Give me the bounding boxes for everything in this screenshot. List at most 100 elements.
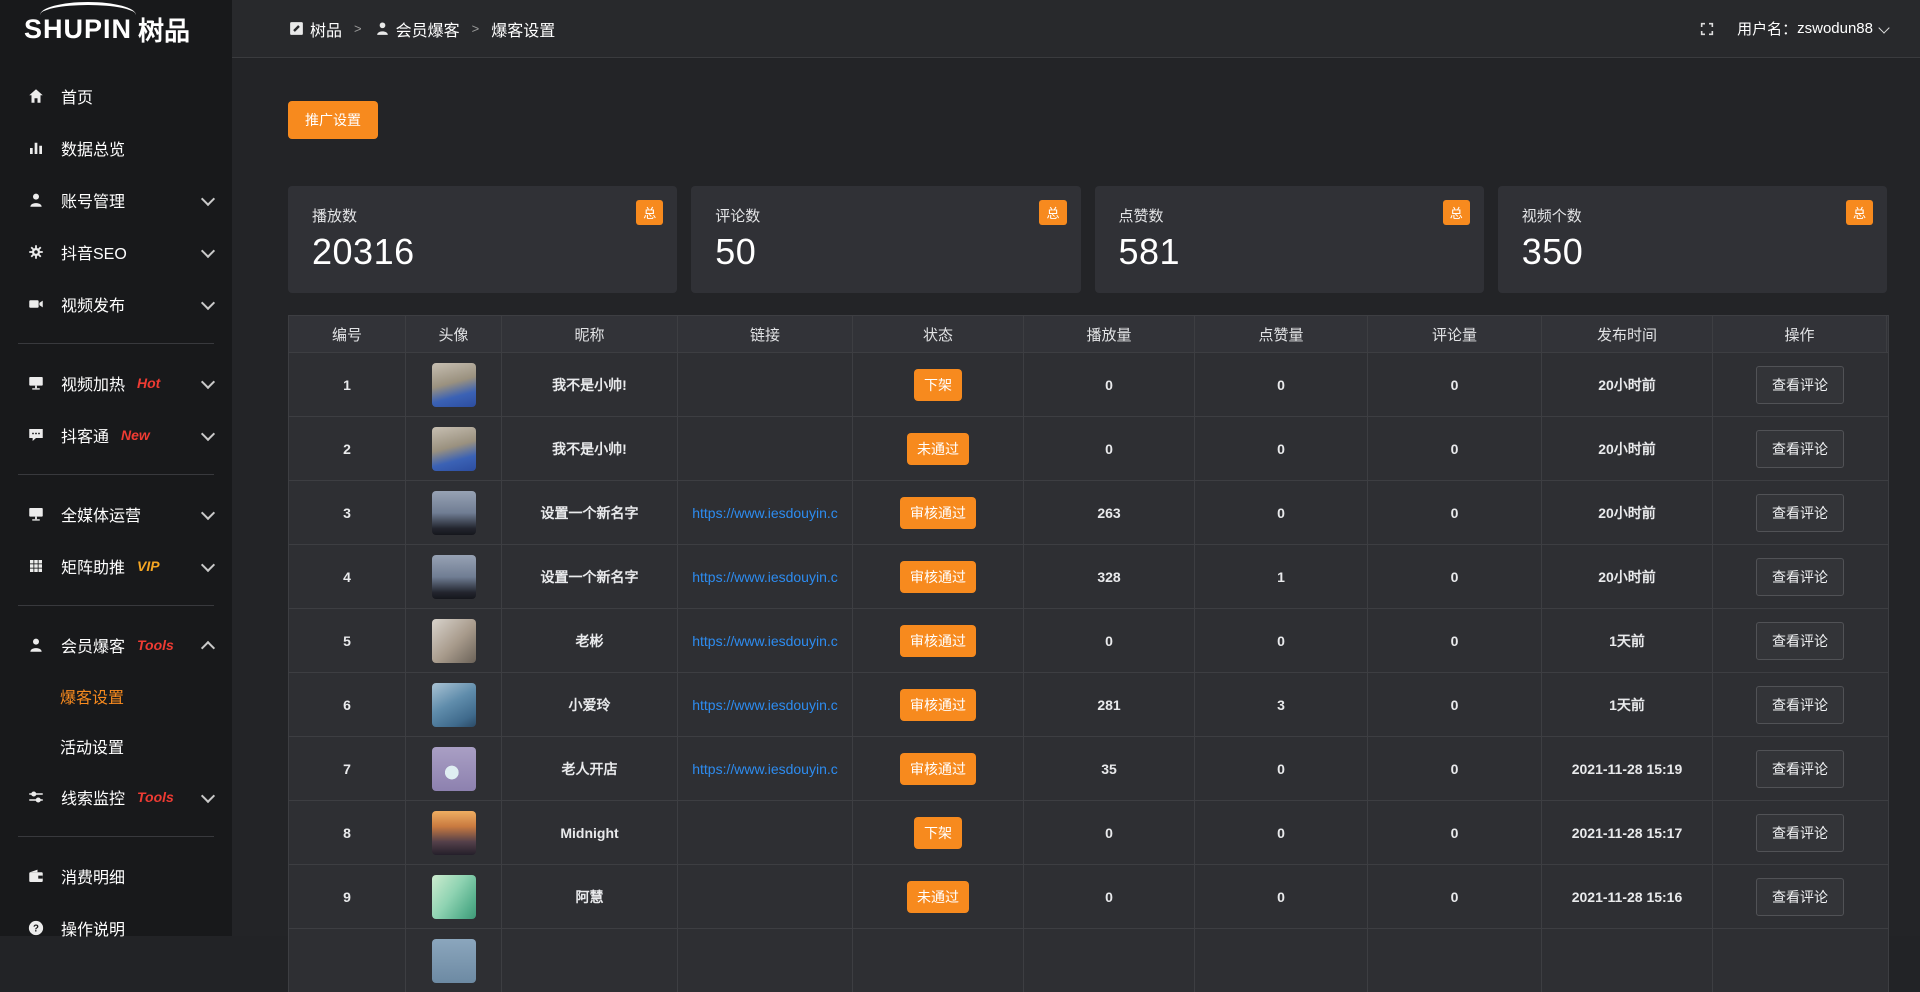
table-row: 2 我不是小帅! 未通过 0 0 0 20小时前 查看评论 xyxy=(289,416,1888,480)
cell-action: 查看评论 xyxy=(1713,481,1887,544)
cell-comments: 0 xyxy=(1368,417,1542,480)
table-row: 3 设置一个新名字 https://www.iesdouyin.c 审核通过 2… xyxy=(289,480,1888,544)
table-header-cell: 播放量 xyxy=(1024,316,1195,352)
promo-settings-button[interactable]: 推广设置 xyxy=(288,101,378,139)
sidebar-item[interactable]: 数据总览 xyxy=(0,122,232,174)
video-link[interactable]: https://www.iesdouyin.c xyxy=(692,633,838,649)
cell-comments: 0 xyxy=(1368,353,1542,416)
status-badge[interactable]: 审核通过 xyxy=(900,753,976,785)
status-badge[interactable]: 审核通过 xyxy=(900,625,976,657)
cell-comments: 0 xyxy=(1368,801,1542,864)
sidebar-item-icon xyxy=(26,866,46,886)
sidebar-item-label: 抖客通 xyxy=(61,423,109,447)
breadcrumb: 树品 > 会员爆客 > 爆客设置 xyxy=(288,17,555,41)
view-comments-button[interactable]: 查看评论 xyxy=(1756,494,1844,532)
view-comments-button[interactable]: 查看评论 xyxy=(1756,622,1844,660)
sidebar-item[interactable] xyxy=(18,605,214,606)
cell-id: 1 xyxy=(289,353,406,416)
fullscreen-icon[interactable] xyxy=(1699,21,1715,37)
cell-nickname: 我不是小帅! xyxy=(502,353,678,416)
breadcrumb-item-home[interactable]: 树品 xyxy=(310,17,342,41)
table-row: 4 设置一个新名字 https://www.iesdouyin.c 审核通过 3… xyxy=(289,544,1888,608)
sidebar-item[interactable]: 抖客通 New xyxy=(0,409,232,461)
chevron-icon xyxy=(202,560,214,572)
cell-action: 查看评论 xyxy=(1713,737,1887,800)
sidebar-item-label: 首页 xyxy=(61,84,93,108)
status-badge[interactable]: 下架 xyxy=(914,369,962,401)
cell-id: 8 xyxy=(289,801,406,864)
user-menu[interactable]: 用户名： zswodun88 xyxy=(1737,18,1890,39)
cell-id: 2 xyxy=(289,417,406,480)
chevron-icon xyxy=(202,740,214,752)
sidebar-item[interactable]: 视频加热 Hot xyxy=(0,357,232,409)
sidebar-item[interactable]: 矩阵助推 VIP xyxy=(0,540,232,592)
sidebar-item[interactable]: 视频发布 xyxy=(0,278,232,330)
video-link[interactable]: https://www.iesdouyin.c xyxy=(692,505,838,521)
avatar xyxy=(432,427,476,471)
status-badge[interactable]: 审核通过 xyxy=(900,497,976,529)
sidebar-item[interactable]: 账号管理 xyxy=(0,174,232,226)
status-badge[interactable]: 未通过 xyxy=(907,433,969,465)
sidebar-item[interactable]: 全媒体运营 xyxy=(0,488,232,540)
cell-nickname: 阿慧 xyxy=(502,865,678,928)
cell-likes: 3 xyxy=(1195,673,1368,736)
sidebar-item[interactable]: 首页 xyxy=(0,70,232,122)
breadcrumb-item-current: 爆客设置 xyxy=(491,17,555,41)
breadcrumb-separator: > xyxy=(472,21,480,36)
sidebar-item[interactable] xyxy=(18,836,214,837)
avatar xyxy=(432,619,476,663)
cell-action: 查看评论 xyxy=(1713,865,1887,928)
sidebar-item[interactable]: ? 操作说明 xyxy=(0,902,232,954)
cell-status: 审核通过 xyxy=(853,737,1024,800)
view-comments-button[interactable]: 查看评论 xyxy=(1756,686,1844,724)
stat-card: 播放数 20316 总 xyxy=(288,186,677,293)
cell-action: 查看评论 xyxy=(1713,673,1887,736)
total-badge: 总 xyxy=(1846,200,1873,225)
view-comments-button[interactable]: 查看评论 xyxy=(1756,814,1844,852)
cell-publish-time: 20小时前 xyxy=(1542,481,1713,544)
table-row: 7 老人开店 https://www.iesdouyin.c 审核通过 35 0… xyxy=(289,736,1888,800)
cell-plays: 35 xyxy=(1024,737,1195,800)
sidebar-item[interactable]: 会员爆客 Tools xyxy=(0,619,232,671)
cell-id: 4 xyxy=(289,545,406,608)
sidebar-item[interactable]: 爆客设置 xyxy=(0,671,232,721)
sidebar-item[interactable] xyxy=(18,343,214,344)
sidebar-item[interactable]: 活动设置 xyxy=(0,721,232,771)
status-badge[interactable]: 未通过 xyxy=(907,881,969,913)
cell-status xyxy=(853,929,1024,992)
sidebar-item[interactable]: 抖音SEO xyxy=(0,226,232,278)
avatar xyxy=(432,939,476,983)
view-comments-button[interactable]: 查看评论 xyxy=(1756,430,1844,468)
status-badge[interactable]: 审核通过 xyxy=(900,689,976,721)
cell-avatar xyxy=(406,545,502,608)
cell-action xyxy=(1713,929,1887,992)
view-comments-button[interactable]: 查看评论 xyxy=(1756,750,1844,788)
sidebar-item-label: 矩阵助推 xyxy=(61,554,125,578)
sidebar-item[interactable] xyxy=(18,474,214,475)
video-link[interactable]: https://www.iesdouyin.c xyxy=(692,761,838,777)
breadcrumb-item-section[interactable]: 会员爆客 xyxy=(396,17,460,41)
logo-brand-cn: 树品 xyxy=(138,11,190,48)
cell-likes: 0 xyxy=(1195,737,1368,800)
cell-avatar xyxy=(406,737,502,800)
view-comments-button[interactable]: 查看评论 xyxy=(1756,366,1844,404)
cell-plays: 0 xyxy=(1024,865,1195,928)
stat-card-value: 581 xyxy=(1119,231,1460,273)
sidebar-item[interactable]: 消费明细 xyxy=(0,850,232,902)
sidebar-menu: 首页 数据总览 账号管理 抖音SEO 视频发布 xyxy=(0,58,232,954)
view-comments-button[interactable]: 查看评论 xyxy=(1756,878,1844,916)
table-header-cell: 链接 xyxy=(678,316,853,352)
view-comments-button[interactable]: 查看评论 xyxy=(1756,558,1844,596)
stat-card-value: 350 xyxy=(1522,231,1863,273)
chevron-icon xyxy=(202,90,214,102)
video-link[interactable]: https://www.iesdouyin.c xyxy=(692,697,838,713)
sidebar-item-tag: Tools xyxy=(137,637,174,653)
chevron-icon xyxy=(202,690,214,702)
topbar-right: 用户名： zswodun88 xyxy=(1699,18,1890,39)
status-badge[interactable]: 下架 xyxy=(914,817,962,849)
dashboard-icon xyxy=(288,20,305,37)
sidebar-item[interactable]: 线索监控 Tools xyxy=(0,771,232,823)
status-badge[interactable]: 审核通过 xyxy=(900,561,976,593)
video-link[interactable]: https://www.iesdouyin.c xyxy=(692,569,838,585)
sidebar-item-tag: Tools xyxy=(137,789,174,805)
